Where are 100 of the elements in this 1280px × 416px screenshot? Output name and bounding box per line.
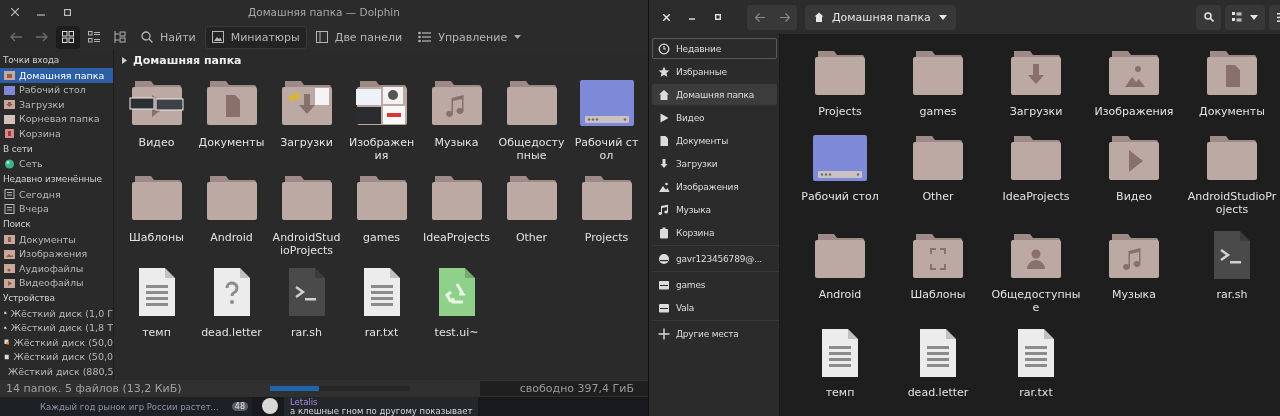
icons-view-button[interactable] — [56, 25, 80, 49]
folder-icon — [812, 49, 868, 97]
file-name[interactable]: games — [892, 105, 984, 118]
view-options-button[interactable] — [1225, 4, 1265, 30]
section-heading: В сети — [2, 142, 34, 156]
split-button[interactable]: Две панели — [308, 25, 410, 49]
folder-icon — [910, 49, 966, 97]
file-name[interactable]: games — [347, 231, 416, 244]
file-name[interactable]: Рабочий стол — [794, 190, 886, 203]
sidebar-item[interactable]: Жёсткий диск (1,0 Г — [0, 306, 113, 321]
sidebar-item[interactable]: Музыка — [652, 199, 777, 220]
preview-button[interactable]: Миниатюры — [204, 25, 307, 49]
file-name[interactable]: Общедоступные — [990, 288, 1082, 314]
file-name[interactable]: Android — [197, 231, 266, 244]
desktop-icon — [4, 84, 15, 95]
video-folder-icon — [1106, 134, 1162, 182]
sidebar-item[interactable]: Изображения — [0, 246, 113, 261]
search-icon — [141, 31, 153, 43]
file-name[interactable]: Документы — [197, 136, 266, 149]
file-name[interactable]: dead.letter — [892, 386, 984, 399]
sidebar-item[interactable]: Рабочий стол — [0, 82, 113, 97]
file-name[interactable]: Android — [794, 288, 886, 301]
music-folder-icon — [1106, 232, 1162, 280]
file-name[interactable]: Other — [892, 190, 984, 203]
file-name[interactable]: Загрузки — [990, 105, 1082, 118]
sidebar-item[interactable]: games — [652, 274, 777, 295]
person-folder-icon — [1008, 232, 1064, 280]
sidebar-item[interactable]: Жёсткий диск (1,8 Т — [0, 320, 113, 335]
sidebar-item[interactable]: Другие места — [652, 323, 777, 344]
file-name[interactable]: rar.sh — [1186, 288, 1278, 301]
home-icon — [658, 88, 670, 101]
file-name[interactable]: Изображения — [1088, 105, 1180, 118]
sidebar-item[interactable]: Жёсткий диск (880,5 — [0, 364, 113, 379]
sidebar-item[interactable]: Вчера — [0, 201, 113, 216]
sidebar-item[interactable]: Жёсткий диск (50,0 — [0, 335, 113, 350]
music-folder-icon — [4, 263, 15, 274]
sidebar-item[interactable]: Видео — [652, 107, 777, 128]
file-name[interactable]: AndroidStudioProjects — [1186, 190, 1278, 216]
sidebar-item[interactable]: Избранные — [652, 61, 777, 82]
star-icon — [658, 65, 670, 78]
file-name[interactable]: Projects — [794, 105, 886, 118]
maximize-icon — [715, 14, 721, 20]
caret-icon — [1250, 14, 1258, 20]
file-name[interactable]: rar.sh — [272, 326, 341, 339]
folder-icon — [1008, 134, 1064, 182]
message-text: а клешные гном по другому показывает — [290, 406, 473, 416]
trash-icon — [4, 128, 15, 139]
search-button[interactable]: Найти — [134, 25, 203, 49]
sidebar-item[interactable]: Загрузки — [0, 97, 113, 112]
sidebar-item[interactable]: Изображения — [652, 176, 777, 197]
sidebar-item[interactable]: Аудиофайлы — [0, 261, 113, 276]
file-name[interactable]: IdeaProjects — [990, 190, 1082, 203]
search-button[interactable] — [1196, 4, 1221, 30]
file-name[interactable]: Видео — [1088, 190, 1180, 203]
file-name[interactable]: Общедоступные — [497, 136, 566, 162]
sidebar-item[interactable]: gavr123456789@... — [652, 248, 777, 269]
folder-icon — [910, 134, 966, 182]
file-name[interactable]: Видео — [122, 136, 191, 149]
file-name[interactable]: темп — [794, 386, 886, 399]
file-name[interactable]: темп — [122, 326, 191, 339]
image-icon — [658, 180, 670, 193]
play-icon — [658, 111, 670, 124]
file-name[interactable]: dead.letter — [197, 326, 266, 339]
file-name[interactable]: Projects — [572, 231, 641, 244]
sidebar-item[interactable]: Сегодня — [0, 187, 113, 202]
section-heading: Поиск — [2, 218, 32, 231]
file-name[interactable]: Шаблоны — [892, 288, 984, 301]
sidebar-item[interactable]: Видеофайлы — [0, 275, 113, 290]
sidebar-item[interactable]: Домашняя папка — [652, 84, 777, 105]
sidebar-item[interactable]: Сеть — [0, 156, 113, 171]
menu-button[interactable]: Управление — [411, 25, 529, 49]
file-name[interactable]: Шаблоны — [122, 231, 191, 244]
file-name[interactable]: Other — [497, 231, 566, 244]
file-name[interactable]: IdeaProjects — [422, 231, 491, 244]
sidebar-item[interactable]: Корневая папка — [0, 111, 113, 126]
path-button[interactable]: Домашняя папка — [805, 4, 956, 30]
file-name[interactable]: AndroidStudioProjects — [272, 231, 341, 257]
image-icon — [211, 31, 224, 43]
sidebar-item[interactable]: Корзина — [0, 126, 113, 141]
file-name[interactable]: Загрузки — [272, 136, 341, 149]
file-name[interactable]: test.ui~ — [422, 326, 491, 339]
caret-icon — [122, 56, 127, 64]
file-name[interactable]: Документы — [1186, 105, 1278, 118]
file-name[interactable]: rar.txt — [990, 386, 1082, 399]
sidebar-item[interactable]: Корзина — [652, 222, 777, 243]
sidebar-item[interactable]: Недавние — [652, 38, 777, 59]
file-name[interactable]: Изображения — [347, 136, 416, 162]
file-name[interactable]: Музыка — [422, 136, 491, 149]
sidebar-item[interactable]: Vala — [652, 297, 777, 318]
search-icon — [1203, 12, 1214, 22]
sidebar-item[interactable]: Загрузки — [652, 153, 777, 174]
sidebar-item[interactable]: Домашняя папка — [0, 68, 113, 83]
sidebar-item[interactable]: Документы — [0, 232, 113, 247]
file-name[interactable]: rar.txt — [347, 326, 416, 339]
document-folder-icon — [1204, 49, 1260, 97]
sidebar-item[interactable]: Жёсткий диск (50,0 — [0, 349, 113, 364]
breadcrumb[interactable]: Домашняя папка — [133, 53, 242, 67]
file-name[interactable]: Музыка — [1088, 288, 1180, 301]
sidebar-item[interactable]: Документы — [652, 130, 777, 151]
file-name[interactable]: Рабочий стол — [572, 136, 641, 162]
